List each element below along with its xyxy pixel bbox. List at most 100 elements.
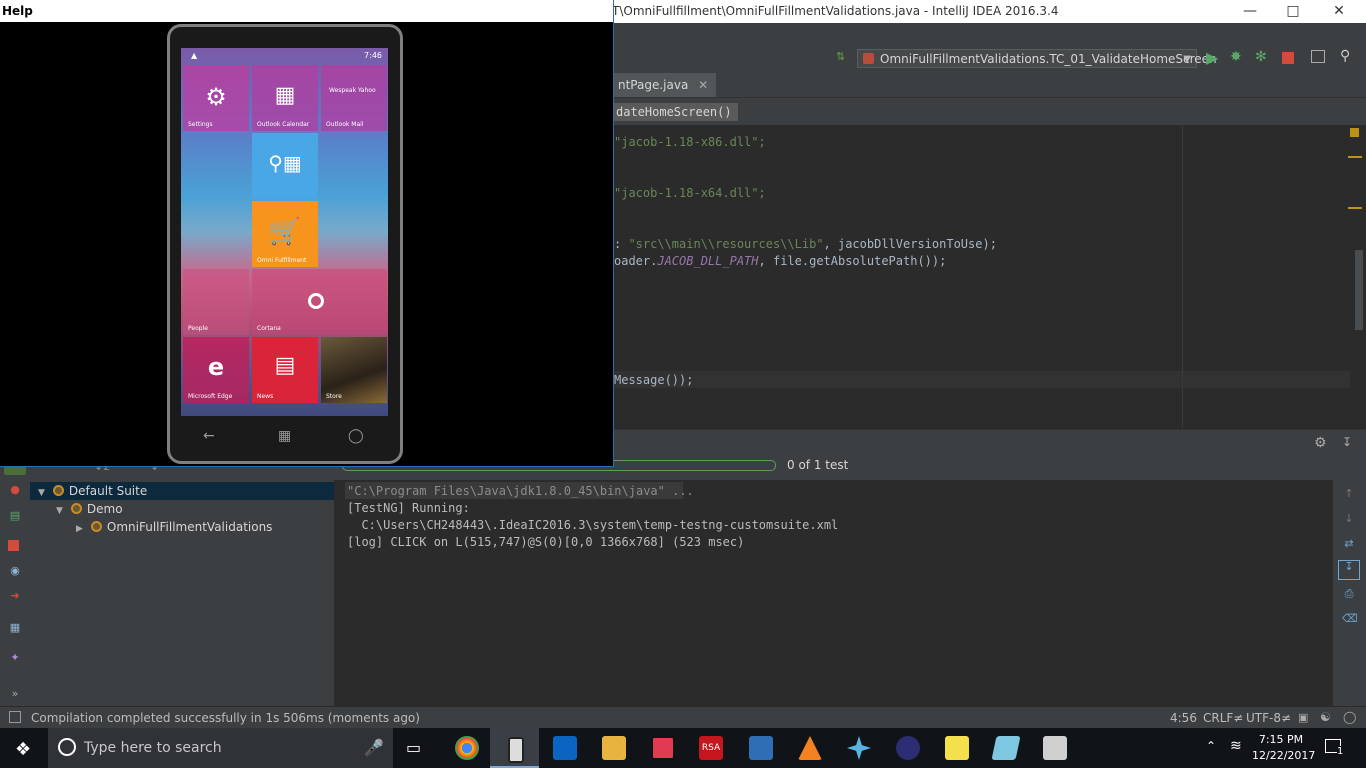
task-view-icon[interactable]: ▭: [406, 738, 421, 757]
rsa-icon[interactable]: RSA: [699, 736, 723, 760]
pending-test-icon: [70, 503, 82, 514]
console-line: C:\Users\CH248443\.IdeaIC2016.3\system\t…: [347, 518, 839, 532]
tree-node-demo[interactable]: ▼ Demo: [56, 500, 123, 518]
sort-icon[interactable]: ⇅: [836, 50, 845, 63]
encoding-select[interactable]: UTF-8≠: [1246, 711, 1291, 725]
test-progress-text: 0 of 1 test: [787, 458, 849, 472]
notepad-app-icon[interactable]: [991, 736, 1021, 760]
tile-search[interactable]: ⚲▦: [252, 133, 318, 199]
search-icon[interactable]: ⚲: [1340, 48, 1350, 64]
stop-icon[interactable]: [8, 540, 19, 551]
help-menu[interactable]: Help: [2, 4, 33, 18]
code-line: "jacob-1.18-x86.dll";: [614, 135, 766, 149]
expand-arrow-icon[interactable]: ▶: [76, 524, 83, 534]
code-line: : "src\\main\\resources\\Lib", jacobDllV…: [614, 237, 997, 251]
code-text: Message());: [614, 373, 694, 387]
file-explorer-icon[interactable]: [602, 736, 626, 760]
trash-icon[interactable]: ⌫: [1342, 613, 1358, 625]
project-structure-icon[interactable]: [1311, 50, 1325, 63]
gear-icon[interactable]: ⚙: [1314, 435, 1327, 451]
eclipse-icon[interactable]: [896, 736, 920, 760]
tree-node-class[interactable]: ▶ OmniFullFillmentValidations: [76, 518, 272, 536]
tile-outlook-calendar[interactable]: ▦ Outlook Calendar: [252, 65, 318, 131]
hide-panel-icon[interactable]: ↧: [1342, 435, 1352, 449]
print-icon[interactable]: ⎙: [1342, 588, 1356, 600]
camera-icon[interactable]: ◉: [8, 565, 22, 577]
expand-arrow-icon[interactable]: ▼: [38, 488, 45, 498]
wifi-icon[interactable]: ≋: [1230, 738, 1242, 754]
exit-icon[interactable]: ➜: [8, 590, 22, 602]
pin-icon[interactable]: ✦: [8, 652, 22, 664]
outlook-icon: ▦: [274, 83, 296, 108]
lock-icon[interactable]: ▣: [1298, 711, 1308, 724]
up-arrow-icon[interactable]: ↑: [1342, 488, 1356, 500]
maximize-button[interactable]: □: [1270, 0, 1316, 23]
run-icon[interactable]: ▶: [1206, 48, 1218, 67]
inspector-icon[interactable]: ☯: [1320, 710, 1331, 724]
tile-settings[interactable]: ⚙ Settings: [183, 65, 249, 131]
warning-mark[interactable]: [1348, 207, 1362, 209]
console-output[interactable]: [335, 480, 1333, 706]
scroll-to-end-icon[interactable]: ↧: [1338, 560, 1360, 580]
code-line: Message());: [614, 373, 693, 387]
more-icon[interactable]: »: [8, 688, 22, 700]
code-constant: JACOB_DLL_PATH: [657, 254, 759, 268]
close-tab-icon[interactable]: ✕: [698, 78, 708, 92]
phone-emulator-icon: [508, 737, 524, 763]
system-clock[interactable]: 7:15 PM 12/22/2017: [1252, 732, 1316, 764]
breadcrumb[interactable]: dateHomeScreen(): [610, 103, 738, 121]
code-string: "src\\main\\resources\\Lib": [628, 237, 824, 251]
rerun-failed-icon[interactable]: ●: [8, 484, 22, 496]
tree-node-default-suite[interactable]: ▼ Default Suite: [38, 482, 147, 500]
down-arrow-icon[interactable]: ↓: [1342, 513, 1356, 525]
tile-omni-fulfillment[interactable]: 🛒 Omni Fulfillment: [252, 201, 318, 267]
code-text: oader.: [614, 254, 658, 268]
back-arrow-icon[interactable]: ←: [203, 428, 215, 444]
tile-label: News: [257, 393, 274, 400]
tile-people[interactable]: People: [183, 269, 249, 335]
chrome-icon[interactable]: [455, 736, 479, 760]
current-line-highlight: [610, 371, 1350, 388]
run-configuration-select[interactable]: OmniFullFillmentValidations.TC_01_Valida…: [857, 49, 1217, 68]
soft-wrap-icon[interactable]: ⇄: [1342, 538, 1356, 550]
remote-desktop-icon[interactable]: [749, 736, 773, 760]
intellij-icon[interactable]: [651, 736, 675, 760]
code-text: , jacobDllVersionToUse);: [823, 237, 997, 251]
stop-icon[interactable]: [1282, 52, 1294, 64]
debug-icon[interactable]: ✸: [1230, 49, 1242, 65]
warning-mark[interactable]: [1348, 156, 1362, 158]
run-config-label: OmniFullFillmentValidations.TC_01_Valida…: [880, 52, 1217, 66]
tile-cortana[interactable]: Cortana: [252, 269, 387, 335]
phone-search-icon[interactable]: ◯: [348, 428, 364, 444]
tile-microsoft-edge[interactable]: e Microsoft Edge: [183, 337, 249, 403]
windows-start-icon[interactable]: ❖: [15, 739, 31, 760]
tab-page-java[interactable]: ntPage.java ✕: [610, 73, 717, 97]
outlook-icon[interactable]: [553, 736, 577, 760]
tile-label: Store: [326, 393, 342, 400]
tool-windows-icon[interactable]: [9, 711, 21, 723]
editor-scrollbar[interactable]: [1355, 250, 1363, 330]
clock-date: 12/22/2017: [1252, 749, 1316, 762]
caret-position[interactable]: 4:56: [1170, 711, 1197, 725]
line-separator-select[interactable]: CRLF≠: [1203, 711, 1243, 725]
tile-store[interactable]: Store: [321, 337, 387, 403]
close-button[interactable]: ✕: [1316, 0, 1362, 23]
toggle-auto-test-icon[interactable]: ▤: [8, 510, 22, 522]
notification-count: 1: [1337, 746, 1344, 757]
coverage-icon[interactable]: ✻: [1255, 49, 1267, 65]
code-string: "jacob-1.18-x86.dll";: [614, 135, 766, 149]
layout-icon[interactable]: ▦: [8, 622, 22, 634]
sticky-notes-icon[interactable]: [945, 736, 969, 760]
news-icon: ▤: [274, 353, 296, 378]
microphone-icon[interactable]: 🎤: [364, 738, 384, 757]
tile-label: Outlook Mail: [326, 121, 364, 128]
tile-outlook-mail[interactable]: Wespeak Yahoo Outlook Mail: [321, 65, 387, 131]
minimize-button[interactable]: —: [1227, 0, 1273, 23]
expand-arrow-icon[interactable]: ▼: [56, 506, 63, 516]
tile-news[interactable]: ▤ News: [252, 337, 318, 403]
warning-indicator-icon[interactable]: [1350, 128, 1359, 137]
windows-logo-icon[interactable]: ▦: [278, 428, 291, 444]
show-hidden-icons-icon[interactable]: ⌃: [1206, 739, 1216, 753]
network-app-icon[interactable]: [1043, 736, 1067, 760]
event-log-icon[interactable]: ◯: [1343, 710, 1356, 724]
